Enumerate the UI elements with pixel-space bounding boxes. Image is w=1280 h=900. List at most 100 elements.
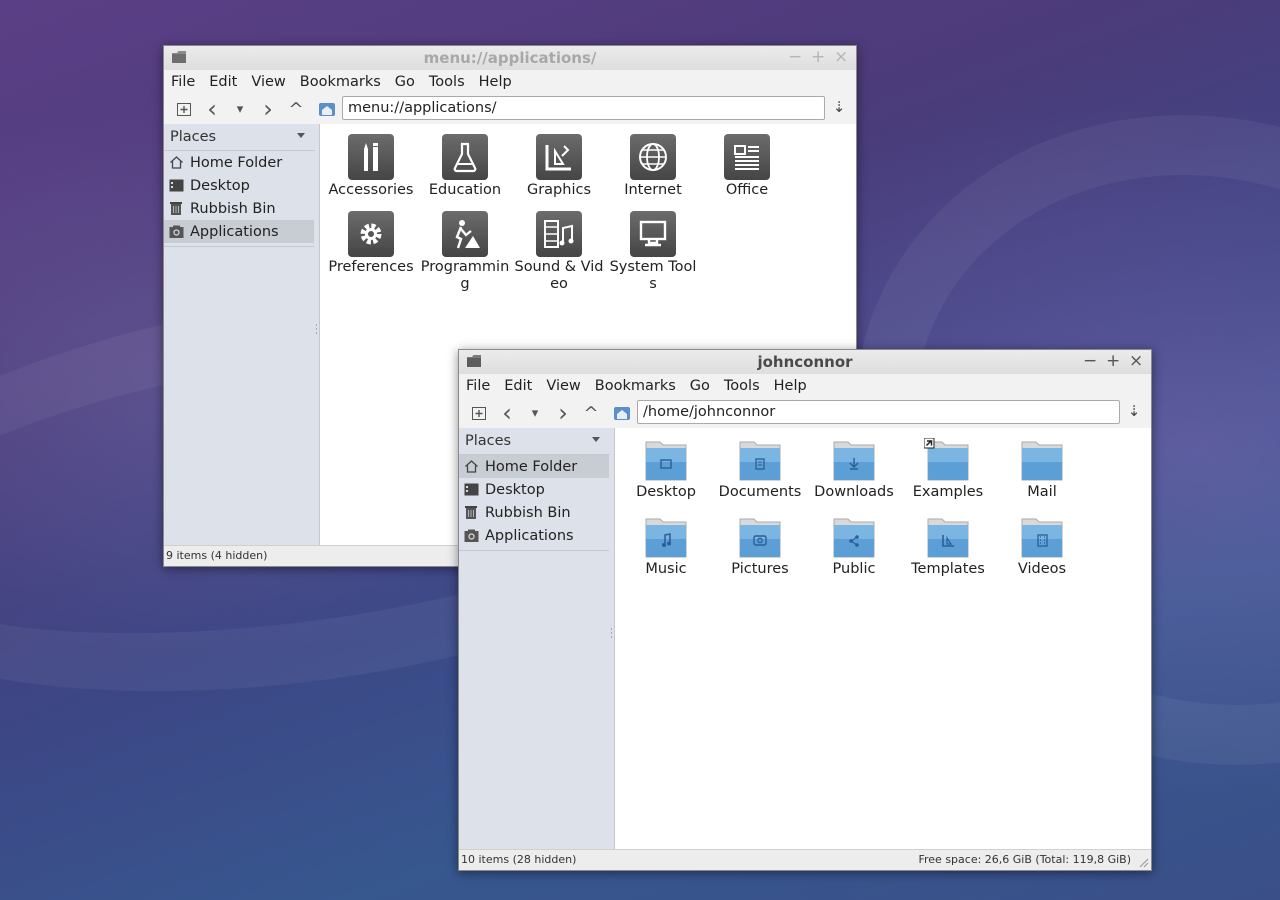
education-icon [442, 134, 488, 180]
sidebar-item-home[interactable]: Home Folder [164, 151, 314, 174]
sidebar-divider [459, 550, 609, 551]
folder-desktop[interactable]: Desktop [619, 438, 713, 501]
menu-edit[interactable]: Edit [209, 74, 237, 90]
places-dropdown-arrow[interactable] [592, 437, 600, 442]
maximize-button[interactable]: + [811, 47, 825, 67]
title-bar[interactable]: menu://applications/ − + × [164, 46, 856, 70]
minimize-button[interactable]: − [1083, 351, 1097, 371]
app-category-education[interactable]: Education [418, 134, 512, 199]
new-tab-button[interactable] [170, 96, 198, 122]
folder-label: Documents [718, 484, 802, 500]
menu-file[interactable]: File [466, 378, 490, 394]
sidebar-item-desktop[interactable]: Desktop [459, 478, 609, 501]
go-button[interactable]: ⇣ [830, 98, 848, 118]
back-button[interactable]: ‹ [198, 95, 226, 123]
folder-pictures[interactable]: Pictures [713, 515, 807, 578]
folder-templates[interactable]: Templates [901, 515, 995, 578]
app-category-label: System Tools [609, 259, 697, 292]
sidebar-item-desktop[interactable]: Desktop [164, 174, 314, 197]
sidebar-item-applications[interactable]: Applications [164, 220, 314, 243]
menu-tools[interactable]: Tools [724, 378, 760, 394]
places-header[interactable]: Places [164, 124, 315, 151]
examples-folder-icon [923, 437, 972, 482]
sidebar-resize-handle[interactable]: · · · [315, 322, 318, 339]
app-category-label: Graphics [526, 182, 592, 198]
sidebar-item-applications[interactable]: Applications [459, 524, 609, 547]
menu-file[interactable]: File [171, 74, 195, 90]
folder-downloads[interactable]: Downloads [807, 438, 901, 501]
app-category-label: Education [428, 182, 502, 198]
title-bar[interactable]: johnconnor − + × [459, 350, 1151, 374]
documents-folder-icon [736, 438, 784, 482]
accessories-icon [348, 134, 394, 180]
maximize-button[interactable]: + [1106, 351, 1120, 371]
up-button[interactable]: ^ [577, 400, 605, 426]
app-category-preferences[interactable]: Preferences [324, 211, 418, 276]
sidebar-item-rubbish-bin[interactable]: Rubbish Bin [459, 501, 609, 524]
sidebar-resize-handle[interactable]: · · · [610, 626, 613, 643]
places-label: Places [465, 433, 512, 449]
history-dropdown[interactable]: ▾ [521, 400, 549, 426]
folder-mail[interactable]: Mail [995, 438, 1089, 501]
menu-view[interactable]: View [546, 378, 580, 394]
folder-documents[interactable]: Documents [713, 438, 807, 501]
app-category-sound-video[interactable]: Sound & Video [512, 211, 606, 293]
rubbish-bin-icon [168, 201, 184, 217]
history-dropdown[interactable]: ▾ [226, 96, 254, 122]
menu-bookmarks[interactable]: Bookmarks [595, 378, 676, 394]
menu-go[interactable]: Go [690, 378, 710, 394]
menu-tools[interactable]: Tools [429, 74, 465, 90]
menu-view[interactable]: View [251, 74, 285, 90]
system-tools-icon [630, 211, 676, 257]
home-window[interactable]: johnconnor − + × File Edit View Bookmark… [458, 349, 1152, 871]
close-button[interactable]: × [834, 47, 848, 67]
home-icon [463, 459, 479, 475]
app-category-programming[interactable]: Programming [418, 211, 512, 293]
folder-videos[interactable]: Videos [995, 515, 1089, 578]
sidebar-item-label: Rubbish Bin [485, 504, 571, 521]
folder-public[interactable]: Public [807, 515, 901, 578]
up-button[interactable]: ^ [282, 96, 310, 122]
app-category-graphics[interactable]: Graphics [512, 134, 606, 199]
places-header[interactable]: Places [459, 428, 610, 455]
resize-grip-icon[interactable] [1139, 858, 1149, 868]
menu-edit[interactable]: Edit [504, 378, 532, 394]
sidebar-item-label: Desktop [485, 481, 545, 498]
location-bar[interactable]: menu://applications/ [342, 96, 825, 120]
forward-button[interactable]: › [254, 95, 282, 123]
menu-bar: File Edit View Bookmarks Go Tools Help [164, 70, 856, 94]
status-bar: 10 items (28 hidden) Free space: 26,6 Gi… [459, 849, 1151, 870]
menu-go[interactable]: Go [395, 74, 415, 90]
pictures-folder-icon [736, 515, 784, 559]
sidebar-item-label: Home Folder [485, 458, 578, 475]
menu-help[interactable]: Help [479, 74, 512, 90]
sidebar-item-home[interactable]: Home Folder [459, 455, 609, 478]
new-tab-button[interactable] [465, 400, 493, 426]
app-category-accessories[interactable]: Accessories [324, 134, 418, 199]
menu-bar: File Edit View Bookmarks Go Tools Help [459, 374, 1151, 398]
places-label: Places [170, 129, 217, 145]
folder-music[interactable]: Music [619, 515, 713, 578]
app-category-label: Programming [420, 259, 510, 292]
app-category-internet[interactable]: Internet [606, 134, 700, 199]
sound-video-icon [536, 211, 582, 257]
app-category-office[interactable]: Office [700, 134, 794, 199]
toolbar: ‹ ▾ › ^ menu://applications/ ⇣ [164, 94, 856, 124]
close-button[interactable]: × [1129, 351, 1143, 371]
folder-label: Templates [911, 561, 985, 577]
app-category-system-tools[interactable]: System Tools [606, 211, 700, 293]
folder-label: Downloads [814, 484, 894, 500]
folder-label: Music [645, 561, 687, 577]
menu-help[interactable]: Help [774, 378, 807, 394]
sidebar-item-rubbish-bin[interactable]: Rubbish Bin [164, 197, 314, 220]
menu-bookmarks[interactable]: Bookmarks [300, 74, 381, 90]
places-dropdown-arrow[interactable] [297, 133, 305, 138]
go-button[interactable]: ⇣ [1125, 402, 1143, 422]
mail-folder-icon [1018, 438, 1066, 482]
forward-button[interactable]: › [549, 399, 577, 427]
location-bar[interactable]: /home/johnconnor [637, 400, 1120, 424]
sidebar-item-label: Rubbish Bin [190, 200, 276, 217]
back-button[interactable]: ‹ [493, 399, 521, 427]
minimize-button[interactable]: − [788, 47, 802, 67]
folder-examples[interactable]: Examples [901, 437, 995, 501]
